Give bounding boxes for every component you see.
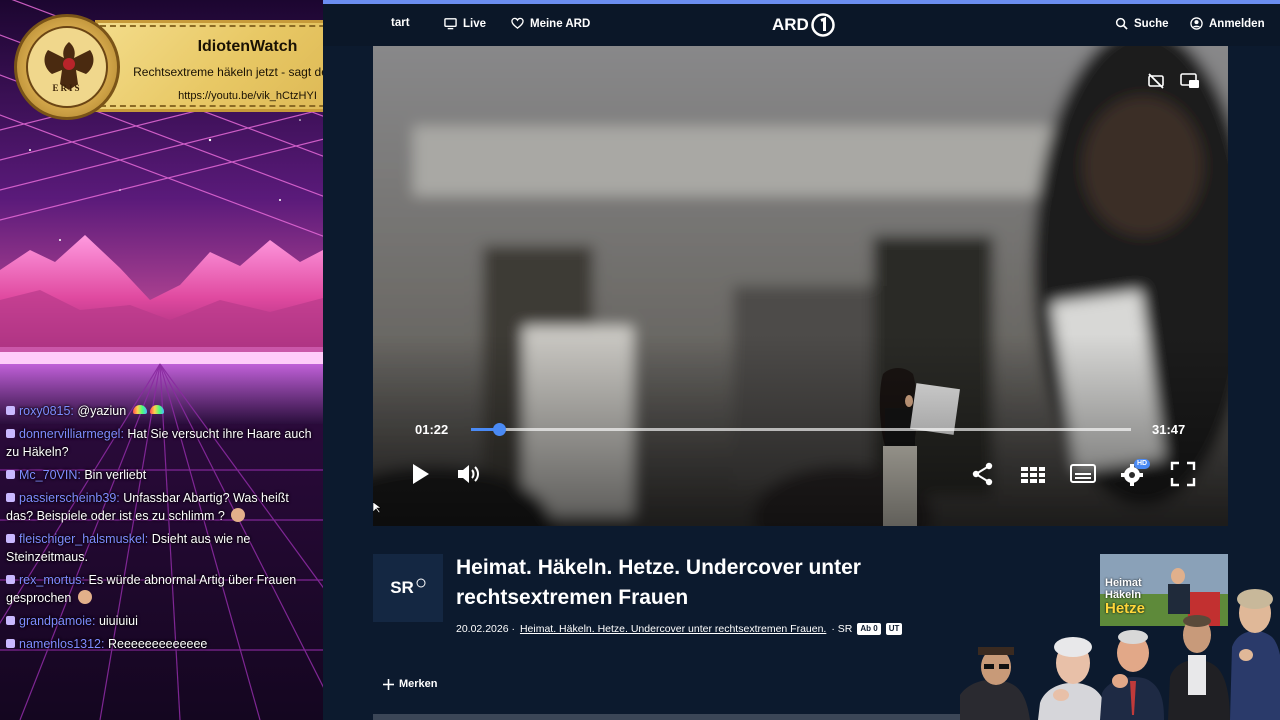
chat-username[interactable]: rex_mortus:	[19, 573, 85, 587]
chat-message: Mc_70VIN: Bin verliebt	[6, 466, 315, 484]
episode-series-link[interactable]: Heimat. Häkeln. Hetze. Undercover unter …	[520, 623, 826, 635]
hd-badge: HD	[1134, 459, 1151, 469]
chat-badge-icon	[6, 639, 15, 648]
stream-video-url: https://youtu.be/vik_hCtzHYI	[178, 90, 317, 102]
chat-list: roxy0815: @yaziun donnervilliarmegel: Ha…	[0, 402, 323, 658]
episode-title: Heimat. Häkeln. Hetze. Undercover unter …	[456, 556, 861, 609]
chat-username[interactable]: grandpamoie:	[19, 614, 95, 628]
nav-start-label: tart	[391, 17, 410, 29]
chat-username[interactable]: roxy0815:	[19, 404, 74, 418]
nav-login[interactable]: Anmelden	[1190, 17, 1265, 30]
chat-message: passierscheinb39: Unfassbar Abartig? Was…	[6, 489, 315, 525]
plus-icon	[383, 678, 394, 690]
subtitles-badge: UT	[885, 623, 903, 635]
ard-logo[interactable]: ARD	[772, 13, 835, 37]
merken-button[interactable]: Merken	[383, 678, 438, 690]
chat-text: Bin verliebt	[84, 468, 147, 482]
nav-live[interactable]: Live	[444, 17, 486, 30]
settings-control[interactable]: HD	[1120, 459, 1151, 487]
progress-bar[interactable]	[471, 423, 1131, 436]
chat-badge-icon	[6, 616, 15, 625]
politicians-photo-overlay	[960, 589, 1280, 720]
chat-username[interactable]: namenlos1312:	[19, 637, 104, 651]
play-icon[interactable]	[407, 461, 433, 487]
chat-username[interactable]: fleischiger_halsmuskel:	[19, 532, 148, 546]
user-icon	[1190, 17, 1203, 30]
chapters-grid-icon[interactable]	[1020, 461, 1046, 487]
top-navigation: tart Live Meine ARD ARD Suche Anmelden	[323, 4, 1280, 46]
chat-username[interactable]: donnervilliarmegel:	[19, 427, 124, 441]
stream-subtitle: Rechtsextreme häkeln jetzt - sagt der ÖR…	[133, 65, 323, 79]
episode-meta: 20.02.2026 · Heimat. Häkeln. Hetze. Unde…	[456, 623, 903, 635]
ard-one-logo-icon	[811, 13, 835, 37]
total-time: 31:47	[1152, 422, 1186, 437]
nav-search-label: Suche	[1134, 17, 1169, 30]
share-icon[interactable]	[970, 461, 996, 487]
chat-badge-icon	[6, 470, 15, 479]
episode-channel-suffix: · SR	[831, 623, 853, 635]
chat-badge-icon	[6, 429, 15, 438]
channel-logo-sr[interactable]: SR	[373, 554, 443, 622]
video-player[interactable]: 01:22 31:47 HD	[373, 46, 1228, 526]
cut-off-description-text	[373, 714, 973, 720]
rainbow-emote-icon	[132, 405, 147, 414]
eris-logo: ERIS	[14, 14, 120, 120]
face-emote-icon	[231, 508, 246, 522]
nav-start[interactable]: tart	[391, 17, 410, 29]
chat-username[interactable]: passierscheinb39:	[19, 491, 120, 505]
nav-meine-ard-label: Meine ARD	[530, 17, 591, 30]
eagle-emblem-icon	[44, 42, 94, 90]
chat-text: uiuiuiui	[98, 614, 138, 628]
heart-icon	[511, 17, 524, 29]
nav-search[interactable]: Suche	[1115, 17, 1169, 30]
subtitles-icon[interactable]	[1070, 461, 1096, 487]
merken-label: Merken	[399, 678, 438, 690]
screen: IdiotenWatch Rechtsextreme häkeln jetzt …	[0, 0, 1280, 720]
registered-mark-icon	[416, 578, 426, 588]
chat-message: grandpamoie: uiuiuiui	[6, 612, 315, 630]
chat-message: namenlos1312: Reeeeeeeeeeeee	[6, 635, 315, 653]
chat-username[interactable]: Mc_70VIN:	[19, 468, 81, 482]
chat-badge-icon	[6, 575, 15, 584]
chat-badge-icon	[6, 534, 15, 543]
stream-overlay-panel: IdiotenWatch Rechtsextreme häkeln jetzt …	[0, 0, 323, 720]
chat-badge-icon	[6, 493, 15, 502]
chat-message: fleischiger_halsmuskel: Dsieht aus wie n…	[6, 530, 315, 566]
face-emote-icon	[77, 590, 92, 604]
channel-logo-text: SR	[390, 578, 414, 597]
tv-icon	[444, 18, 457, 30]
eris-logo-inner: ERIS	[26, 26, 108, 108]
search-icon	[1115, 17, 1128, 30]
chat-message: roxy0815: @yaziun	[6, 402, 315, 420]
episode-date: 20.02.2026 ·	[456, 623, 515, 635]
volume-icon[interactable]	[455, 461, 481, 487]
audio-description-badge: Ab 0	[857, 623, 881, 635]
chat-message: rex_mortus: Es würde abnormal Artig über…	[6, 571, 315, 607]
fullscreen-icon[interactable]	[1170, 461, 1196, 487]
nav-login-label: Anmelden	[1209, 17, 1265, 30]
picture-in-picture-icon[interactable]	[1179, 71, 1201, 91]
stream-info-card: IdiotenWatch Rechtsextreme häkeln jetzt …	[95, 20, 323, 112]
chat-text: @yaziun	[77, 404, 127, 418]
nav-live-label: Live	[463, 17, 487, 30]
ard-logo-text: ARD	[772, 15, 809, 34]
stream-title: IdiotenWatch	[197, 38, 298, 55]
chat-message: donnervilliarmegel: Hat Sie versucht ihr…	[6, 425, 315, 461]
nav-meine-ard[interactable]: Meine ARD	[511, 17, 590, 30]
chat-badge-icon	[6, 406, 15, 415]
eris-logo-text: ERIS	[52, 83, 82, 93]
mouse-cursor-icon	[373, 502, 381, 514]
no-subtitles-icon[interactable]	[1146, 71, 1166, 91]
chat-text: Reeeeeeeeeeeee	[107, 637, 208, 651]
current-time: 01:22	[415, 422, 449, 437]
video-frame	[373, 46, 1228, 526]
rainbow-emote-icon	[149, 405, 164, 414]
